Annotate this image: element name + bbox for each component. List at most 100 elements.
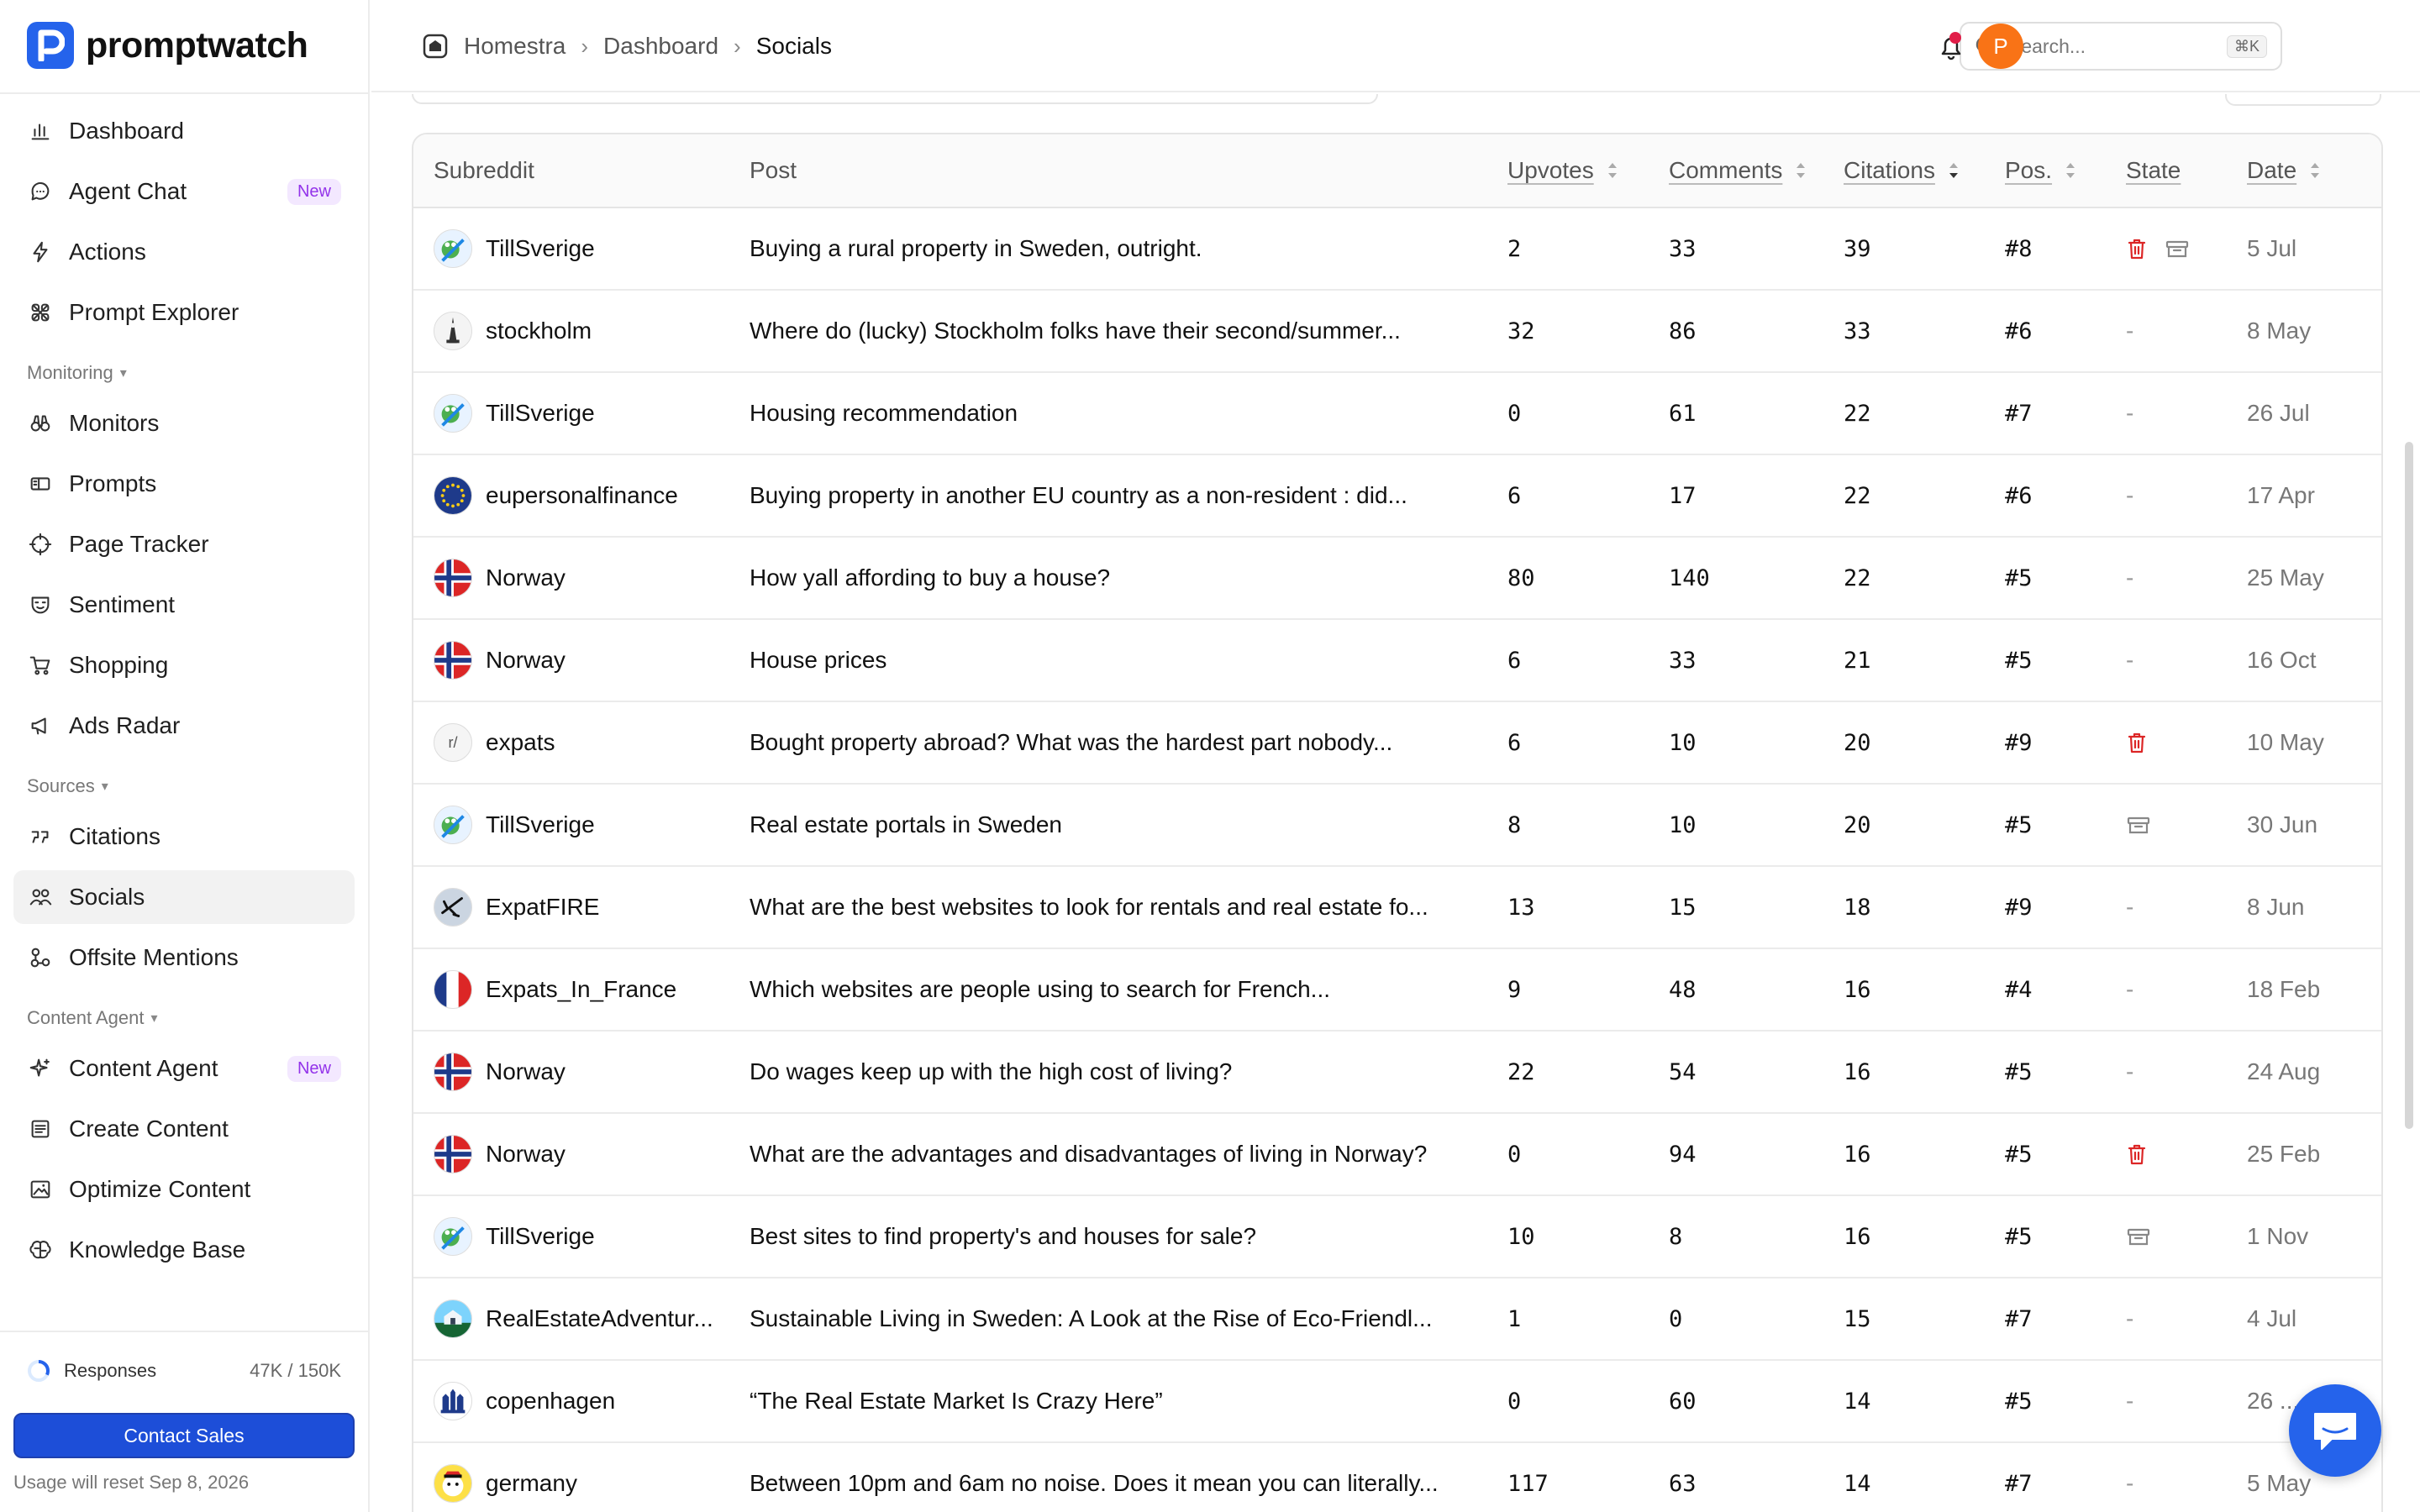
sidebar-item-page-tracker[interactable]: Page Tracker (13, 517, 355, 571)
cell-subreddit[interactable]: eupersonalfinance (413, 476, 750, 515)
table-row[interactable]: Norway How yall affording to buy a house… (413, 538, 2381, 620)
cell-post[interactable]: Real estate portals in Sweden (750, 811, 1507, 838)
sidebar-item-ads-radar[interactable]: Ads Radar (13, 699, 355, 753)
cell-post[interactable]: What are the advantages and disadvantage… (750, 1141, 1507, 1168)
table-row[interactable]: Norway Do wages keep up with the high co… (413, 1032, 2381, 1114)
state-empty: - (2126, 1388, 2134, 1414)
caret-down-icon: ▾ (119, 366, 127, 381)
filter-bar[interactable] (412, 94, 1378, 104)
sidebar-item-agent-chat[interactable]: Agent Chat New (13, 165, 355, 218)
archive-icon[interactable] (2126, 813, 2151, 837)
cell-post[interactable]: Housing recommendation (750, 400, 1507, 427)
trash-icon[interactable] (2126, 731, 2148, 754)
cell-subreddit[interactable]: RealEstateAdventur... (413, 1299, 750, 1338)
table-row[interactable]: TillSverige Buying a rural property in S… (413, 208, 2381, 291)
table-row[interactable]: eupersonalfinance Buying property in ano… (413, 455, 2381, 538)
main-content: Subreddit Post Upvotes Comments Citation… (371, 94, 2420, 1512)
cell-post[interactable]: House prices (750, 647, 1507, 674)
subreddit-name: eupersonalfinance (486, 482, 678, 508)
sidebar-item-socials[interactable]: Socials (13, 870, 355, 924)
table-row[interactable]: RealEstateAdventur... Sustainable Living… (413, 1278, 2381, 1361)
table-row[interactable]: stockholm Where do (lucky) Stockholm fol… (413, 291, 2381, 373)
table-row[interactable]: copenhagen “The Real Estate Market Is Cr… (413, 1361, 2381, 1443)
sidebar-item-create-content[interactable]: Create Content (13, 1102, 355, 1156)
breadcrumb-workspace[interactable]: Homestra (464, 33, 566, 60)
breadcrumb-dashboard[interactable]: Dashboard (603, 33, 718, 60)
cell-subreddit[interactable]: Expats_In_France (413, 970, 750, 1009)
chevron-right-icon: › (581, 33, 589, 59)
avatar[interactable]: P (1978, 24, 2023, 69)
table-row[interactable]: ExpatFIRE What are the best websites to … (413, 867, 2381, 949)
archive-icon[interactable] (2165, 237, 2190, 260)
cell-subreddit[interactable]: Norway (413, 559, 750, 597)
trash-icon[interactable] (2126, 237, 2148, 260)
cell-subreddit[interactable]: Norway (413, 1135, 750, 1173)
header-upvotes[interactable]: Upvotes (1507, 157, 1669, 184)
section-toggle-sources[interactable]: Sources ▾ (13, 763, 355, 810)
scrollbar[interactable] (2405, 442, 2413, 1129)
sidebar-item-actions[interactable]: Actions (13, 225, 355, 279)
subreddit-avatar (434, 394, 472, 433)
sidebar-item-offsite-mentions[interactable]: Offsite Mentions (13, 931, 355, 984)
cell-citations: 39 (1844, 235, 1871, 262)
sidebar-item-monitors[interactable]: Monitors (13, 396, 355, 450)
archive-icon[interactable] (2126, 1225, 2151, 1248)
sidebar-item-shopping[interactable]: Shopping (13, 638, 355, 692)
table-row[interactable]: germany Between 10pm and 6am no noise. D… (413, 1443, 2381, 1512)
sidebar-item-prompts[interactable]: Prompts (13, 457, 355, 511)
cell-post[interactable]: “The Real Estate Market Is Crazy Here” (750, 1388, 1507, 1415)
header-pos[interactable]: Pos. (2005, 157, 2126, 184)
cell-post[interactable]: Which websites are people using to searc… (750, 976, 1507, 1003)
table-row[interactable]: Norway House prices 6 33 21 #5 - 16 Oct (413, 620, 2381, 702)
chat-widget-button[interactable] (2289, 1384, 2381, 1477)
cell-subreddit[interactable]: TillSverige (413, 806, 750, 844)
cell-post[interactable]: Do wages keep up with the high cost of l… (750, 1058, 1507, 1085)
cell-subreddit[interactable]: r/ expats (413, 723, 750, 762)
sidebar-item-sentiment[interactable]: Sentiment (13, 578, 355, 632)
cell-post[interactable]: Buying a rural property in Sweden, outri… (750, 235, 1507, 262)
cell-post[interactable]: Buying property in another EU country as… (750, 482, 1507, 509)
cell-subreddit[interactable]: stockholm (413, 312, 750, 350)
trash-icon[interactable] (2126, 1142, 2148, 1166)
brand-logo[interactable]: promptwatch (27, 20, 308, 71)
contact-sales-button[interactable]: Contact Sales (13, 1413, 355, 1458)
state-empty: - (2126, 564, 2134, 591)
sidebar-item-content-agent[interactable]: Content Agent New (13, 1042, 355, 1095)
toolbar-button[interactable] (2225, 94, 2381, 106)
table-row[interactable]: TillSverige Real estate portals in Swede… (413, 785, 2381, 867)
sidebar-item-optimize-content[interactable]: Optimize Content (13, 1163, 355, 1216)
cell-subreddit[interactable]: Norway (413, 1053, 750, 1091)
header-citations[interactable]: Citations (1844, 157, 2005, 184)
table-row[interactable]: r/ expats Bought property abroad? What w… (413, 702, 2381, 785)
table-row[interactable]: TillSverige Housing recommendation 0 61 … (413, 373, 2381, 455)
cell-post[interactable]: What are the best websites to look for r… (750, 894, 1507, 921)
cell-upvotes: 6 (1507, 647, 1522, 674)
cell-post[interactable]: Where do (lucky) Stockholm folks have th… (750, 318, 1507, 344)
header-date[interactable]: Date (2247, 157, 2381, 184)
cell-post[interactable]: Between 10pm and 6am no noise. Does it m… (750, 1470, 1507, 1497)
table-row[interactable]: TillSverige Best sites to find property'… (413, 1196, 2381, 1278)
table-row[interactable]: Expats_In_France Which websites are peop… (413, 949, 2381, 1032)
cell-post[interactable]: Best sites to find property's and houses… (750, 1223, 1507, 1250)
cell-state: - (2126, 400, 2247, 427)
cell-post[interactable]: Bought property abroad? What was the har… (750, 729, 1507, 756)
sidebar-item-dashboard[interactable]: Dashboard (13, 104, 355, 158)
cell-post[interactable]: Sustainable Living in Sweden: A Look at … (750, 1305, 1507, 1332)
cell-post[interactable]: How yall affording to buy a house? (750, 564, 1507, 591)
cell-subreddit[interactable]: germany (413, 1464, 750, 1503)
sidebar-item-knowledge-base[interactable]: Knowledge Base (13, 1223, 355, 1277)
cell-subreddit[interactable]: TillSverige (413, 394, 750, 433)
cell-subreddit[interactable]: TillSverige (413, 229, 750, 268)
section-toggle-monitoring[interactable]: Monitoring ▾ (13, 349, 355, 396)
cell-subreddit[interactable]: copenhagen (413, 1382, 750, 1420)
cell-subreddit[interactable]: ExpatFIRE (413, 888, 750, 927)
house-icon (423, 34, 448, 59)
subreddit-name: TillSverige (486, 811, 595, 837)
cell-subreddit[interactable]: TillSverige (413, 1217, 750, 1256)
cell-subreddit[interactable]: Norway (413, 641, 750, 680)
section-toggle-content-agent[interactable]: Content Agent ▾ (13, 995, 355, 1042)
header-comments[interactable]: Comments (1669, 157, 1844, 184)
table-row[interactable]: Norway What are the advantages and disad… (413, 1114, 2381, 1196)
sidebar-item-prompt-explorer[interactable]: Prompt Explorer (13, 286, 355, 339)
sidebar-item-citations[interactable]: Citations (13, 810, 355, 864)
